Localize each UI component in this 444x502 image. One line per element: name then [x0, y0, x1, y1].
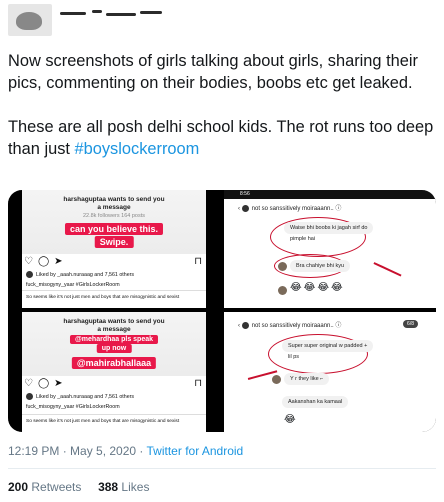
tweet-timestamp[interactable]: 12:19 PM · May 5, 2020 ·: [8, 444, 147, 458]
chat-avatar: [241, 204, 249, 212]
slide-counter: 6/8: [403, 320, 418, 328]
mention-tag-1b: up now: [96, 344, 132, 353]
liker-avatar: [26, 271, 33, 278]
footer-line: So seems like it's not just men and boys…: [26, 295, 180, 300]
highlight-text: can you believe this.: [64, 223, 164, 235]
divider: [8, 468, 436, 469]
chat-avatar: [241, 321, 249, 329]
likes-stat[interactable]: 388 Likes: [98, 480, 149, 494]
request-text-2: a message: [97, 204, 131, 211]
highlight-text-2: Swipe.: [94, 236, 134, 248]
likes-line: Liked by _aaah.nuraaag and 7,561 others: [26, 271, 134, 278]
comment-icon: ◯: [37, 378, 55, 389]
post-action-icons: ♡◯➤: [24, 378, 68, 389]
tweet-meta: 12:19 PM · May 5, 2020 · Twitter for And…: [8, 444, 243, 458]
tweet-header: [0, 0, 444, 40]
chat-header: ‹ not so sanssitively moiraaann.. ⓘ: [238, 321, 342, 329]
caption-line: fuck_misogyny_yaar #GirlsLockerRoom: [26, 282, 120, 288]
request-text-2: a message: [97, 326, 131, 333]
retweets-stat[interactable]: 200 Retweets: [8, 480, 81, 494]
chat-bubble-2: Bra chahiye bhi kyu: [290, 260, 350, 272]
media-image-3[interactable]: harshaguptaa wants to send you a message…: [8, 312, 220, 432]
emoji-reaction: 😂: [284, 414, 298, 425]
send-icon: ➤: [54, 378, 68, 389]
comment-icon: ◯: [37, 256, 55, 267]
heart-icon: ♡: [24, 256, 38, 267]
likes-line: Liked by _aaah.nuraaag and 7,561 others: [26, 393, 134, 400]
redacted-username: [60, 10, 180, 18]
footer-line: So seems like it's not just men and boys…: [26, 419, 180, 424]
annotation-arrow: [373, 262, 402, 277]
media-image-4[interactable]: ‹ not so sanssitively moiraaann.. ⓘ 6/8 …: [224, 312, 436, 432]
mention-tag-1: @mehardhaa pls speak: [69, 335, 159, 344]
request-text-1: harshaguptaa wants to send you: [63, 318, 165, 325]
media-image-2[interactable]: 8:56 ‹ not so sanssitively moiraaann.. ⓘ…: [224, 190, 436, 308]
bookmark-icon: ⊓: [194, 256, 202, 267]
chat-bubble-1b: pimple hai: [290, 236, 316, 242]
chat-bubble-2: Y r they like ⌐: [284, 373, 330, 385]
avatar[interactable]: [8, 4, 52, 36]
caption-line: fuck_misogyny_yaar #GirlsLockerRoom: [26, 404, 120, 410]
send-icon: ➤: [54, 256, 68, 267]
tweet-text-body: Now screenshots of girls talking about g…: [8, 52, 434, 158]
post-action-icons: ♡◯➤: [24, 256, 68, 267]
request-text-1: harshaguptaa wants to send you: [63, 196, 165, 203]
liker-avatar: [26, 393, 33, 400]
hashtag-link[interactable]: #boyslockerroom: [75, 140, 200, 158]
mention-tag-2: @mahirabhallaaa: [71, 357, 157, 369]
chat-bubble-1b: lil ps: [288, 354, 300, 360]
tweet-source-link[interactable]: Twitter for Android: [147, 444, 244, 458]
chat-header: ‹ not so sanssitively moiraaann.. ⓘ: [238, 204, 342, 212]
tweet-text: Now screenshots of girls talking about g…: [8, 50, 436, 160]
heart-icon: ♡: [24, 378, 38, 389]
tweet-stats: 200 Retweets 388 Likes: [8, 480, 149, 494]
request-sub: 22.8k followers 164 posts: [82, 213, 146, 219]
bookmark-icon: ⊓: [194, 378, 202, 389]
media-image-1[interactable]: harshaguptaa wants to send you a message…: [8, 190, 220, 308]
emoji-reactions: 😂😂😂😂: [290, 282, 345, 293]
status-bar: 8:56: [224, 190, 436, 199]
media-grid[interactable]: harshaguptaa wants to send you a message…: [8, 190, 436, 432]
chat-bubble-3: Aakanshan ka kamaal: [282, 396, 349, 408]
